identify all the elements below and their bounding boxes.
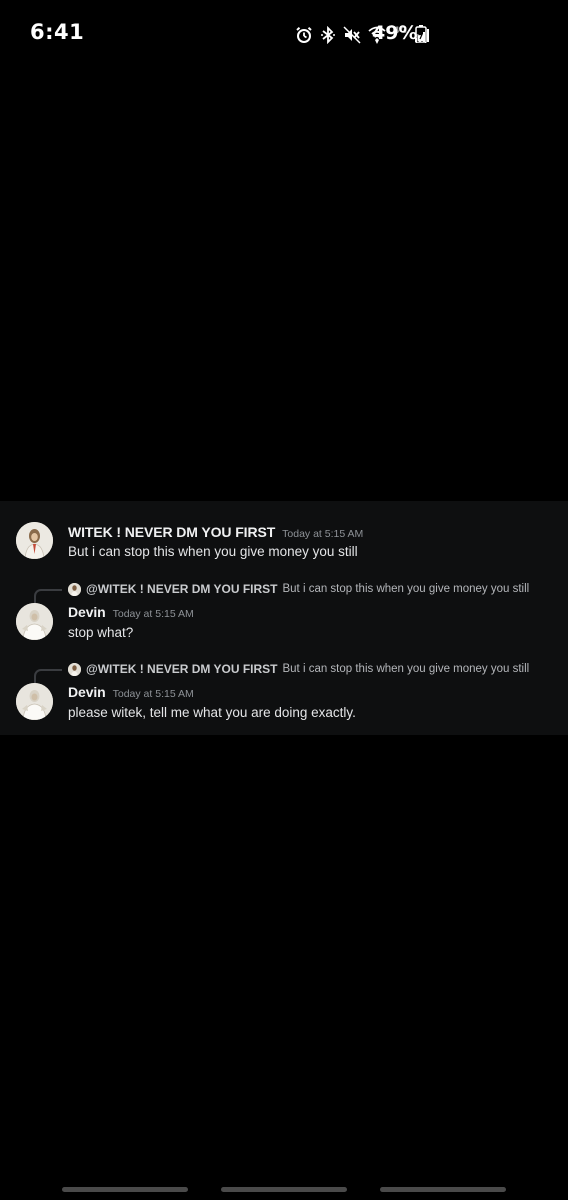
reply-author: @WITEK ! NEVER DM YOU FIRST <box>86 662 278 676</box>
battery-icon <box>415 25 427 48</box>
message-text: please witek, tell me what you are doing… <box>68 705 356 720</box>
bluetooth-icon <box>320 26 336 44</box>
nav-bar <box>0 1180 568 1200</box>
status-bar: 6:41 4G 49% <box>0 0 568 70</box>
reply-text: But i can stop this when you give money … <box>282 663 530 675</box>
author-row: Devin Today at 5:15 AM <box>68 604 194 620</box>
reply-author: @WITEK ! NEVER DM YOU FIRST <box>86 582 278 596</box>
avatar[interactable] <box>16 683 53 720</box>
message-text: But i can stop this when you give money … <box>68 544 358 559</box>
mute-icon <box>343 26 361 44</box>
status-time: 6:41 <box>30 20 85 44</box>
reply-text: But i can stop this when you give money … <box>282 583 530 595</box>
author-row: Devin Today at 5:15 AM <box>68 684 194 700</box>
message-item[interactable]: @WITEK ! NEVER DM YOU FIRST But i can st… <box>0 659 568 735</box>
message-item[interactable]: @WITEK ! NEVER DM YOU FIRST But i can st… <box>0 579 568 659</box>
reply-connector <box>34 589 62 603</box>
reply-connector <box>34 669 62 683</box>
avatar[interactable] <box>16 522 53 559</box>
avatar[interactable] <box>16 603 53 640</box>
back-button[interactable] <box>380 1187 506 1192</box>
reply-avatar <box>68 582 81 596</box>
battery-percent: 49% <box>372 22 418 44</box>
recent-apps-button[interactable] <box>62 1187 188 1192</box>
author-name[interactable]: WITEK ! NEVER DM YOU FIRST <box>68 524 275 540</box>
reply-avatar <box>68 662 81 676</box>
timestamp: Today at 5:15 AM <box>282 528 364 540</box>
messages-panel: WITEK ! NEVER DM YOU FIRST Today at 5:15… <box>0 501 568 735</box>
reply-reference[interactable]: @WITEK ! NEVER DM YOU FIRST But i can st… <box>68 662 529 676</box>
message-text: stop what? <box>68 625 134 640</box>
author-name[interactable]: Devin <box>68 604 106 620</box>
author-row: WITEK ! NEVER DM YOU FIRST Today at 5:15… <box>68 524 363 540</box>
reply-reference[interactable]: @WITEK ! NEVER DM YOU FIRST But i can st… <box>68 582 529 596</box>
author-name[interactable]: Devin <box>68 684 106 700</box>
message-item[interactable]: WITEK ! NEVER DM YOU FIRST Today at 5:15… <box>0 501 568 579</box>
timestamp: Today at 5:15 AM <box>112 688 194 700</box>
home-button[interactable] <box>221 1187 347 1192</box>
alarm-icon <box>295 26 313 44</box>
timestamp: Today at 5:15 AM <box>112 608 194 620</box>
